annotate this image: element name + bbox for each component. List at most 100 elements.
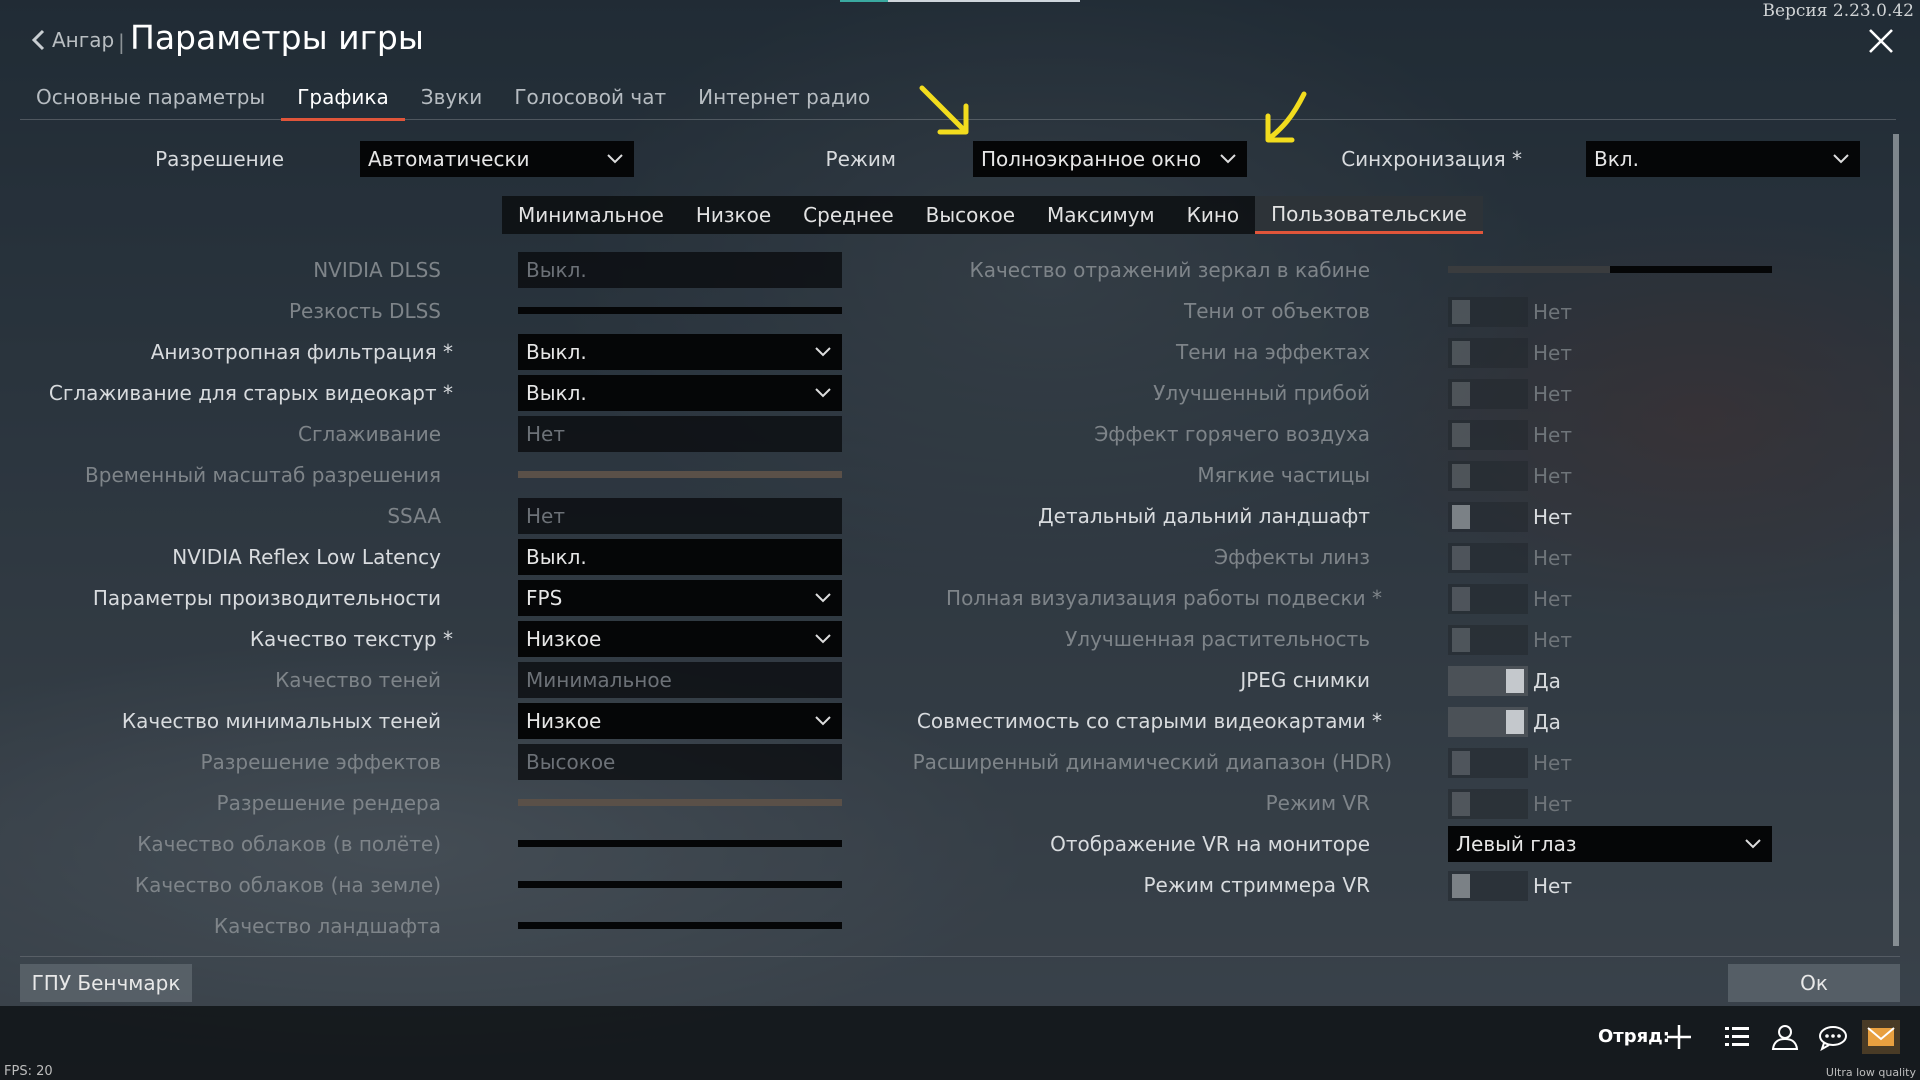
temporal-scale-slider — [518, 471, 842, 478]
preset-medium[interactable]: Среднее — [787, 196, 909, 234]
anisotropic-select[interactable]: Выкл. — [518, 334, 842, 370]
arrow-annotation-icon — [1265, 91, 1307, 143]
page-title: Параметры игры — [130, 18, 424, 57]
jpeg-toggle[interactable] — [1448, 666, 1528, 696]
quality-presets: Минимальное Низкое Среднее Высокое Макси… — [502, 196, 1483, 234]
toggle-knob — [1452, 792, 1470, 816]
setting-label: Качество отражений зеркал в кабине — [969, 258, 1371, 282]
aa-old-select[interactable]: Выкл. — [518, 375, 842, 411]
aa-select: Нет — [518, 416, 842, 452]
toggle-knob — [1452, 874, 1470, 898]
vr-streamer-toggle[interactable] — [1448, 871, 1528, 901]
preset-max[interactable]: Максимум — [1031, 196, 1171, 234]
suspension-toggle — [1448, 584, 1528, 614]
tab-voice-chat[interactable]: Голосовой чат — [498, 80, 682, 120]
select-value: Выкл. — [526, 340, 587, 364]
clouds-air-slider[interactable] — [518, 840, 842, 847]
mode-label: Режим — [825, 147, 896, 171]
performance-select[interactable]: FPS — [518, 580, 842, 616]
mode-select[interactable]: Полноэкранное окно — [973, 141, 1247, 177]
min-shadows-select[interactable]: Низкое — [518, 703, 842, 739]
vsync-select[interactable]: Вкл. — [1586, 141, 1860, 177]
setting-label: SSAA — [387, 504, 441, 528]
toggle-value: Нет — [1533, 792, 1572, 816]
toggle-knob — [1506, 669, 1524, 693]
ssaa-select: Нет — [518, 498, 842, 534]
toggle-value: Нет — [1533, 464, 1572, 488]
soft-particles-toggle — [1448, 461, 1528, 491]
toggle-knob — [1452, 628, 1470, 652]
mirror-quality-slider[interactable] — [1448, 266, 1772, 273]
setting-label: Режим VR — [1265, 791, 1370, 815]
toggle-value: Нет — [1533, 587, 1572, 611]
chat-icon[interactable] — [1818, 1022, 1848, 1052]
toggle-value: Нет — [1533, 382, 1572, 406]
back-label: Ангар — [52, 28, 115, 52]
version-label: Версия 2.23.0.42 — [1762, 1, 1914, 21]
setting-label: Эффект горячего воздуха — [1094, 422, 1370, 446]
select-value: Левый глаз — [1456, 832, 1577, 856]
slider-fill — [1448, 266, 1610, 273]
vsync-label: Синхронизация * — [1341, 147, 1522, 171]
preset-high[interactable]: Высокое — [910, 196, 1031, 234]
gpu-benchmark-button[interactable]: ГПУ Бенчмарк — [20, 964, 192, 1002]
vr-monitor-select[interactable]: Левый глаз — [1448, 826, 1772, 862]
preset-minimal[interactable]: Минимальное — [502, 196, 680, 234]
setting-label: Полная визуализация работы подвески * — [946, 586, 1382, 610]
setting-label: Отображение VR на мониторе — [1050, 832, 1370, 856]
resolution-select[interactable]: Автоматически — [360, 141, 634, 177]
compat-toggle[interactable] — [1448, 707, 1528, 737]
setting-label: Временный масштаб разрешения — [85, 463, 441, 487]
list-icon[interactable] — [1722, 1022, 1752, 1052]
toggle-knob — [1452, 505, 1470, 529]
toggle-value: Нет — [1533, 341, 1572, 365]
preset-cinema[interactable]: Кино — [1171, 196, 1256, 234]
chevron-down-icon — [1745, 839, 1761, 849]
plus-icon[interactable] — [1664, 1022, 1694, 1052]
tab-general[interactable]: Основные параметры — [20, 80, 281, 120]
texture-select[interactable]: Низкое — [518, 621, 842, 657]
toggle-value: Да — [1533, 669, 1561, 693]
setting-label: NVIDIA Reflex Low Latency — [172, 545, 441, 569]
toggle-value: Нет — [1533, 505, 1572, 529]
close-icon[interactable] — [1868, 28, 1894, 54]
scrollbar[interactable] — [1893, 134, 1899, 946]
quality-label: Ultra low quality — [1825, 1066, 1916, 1079]
mail-icon[interactable] — [1866, 1022, 1896, 1052]
far-landscape-toggle[interactable] — [1448, 502, 1528, 532]
toggle-knob — [1452, 341, 1470, 365]
chevron-down-icon — [607, 154, 623, 164]
setting-label: Сглаживание — [298, 422, 441, 446]
hdr-toggle — [1448, 748, 1528, 778]
fx-resolution-select: Высокое — [518, 744, 842, 780]
landscape-slider[interactable] — [518, 922, 842, 929]
ok-button[interactable]: Ок — [1728, 964, 1900, 1002]
setting-label: Улучшенная растительность — [1065, 627, 1370, 651]
shadows-select: Минимальное — [518, 662, 842, 698]
chevron-left-icon — [31, 29, 45, 51]
select-value: Выкл. — [526, 381, 587, 405]
toggle-knob — [1452, 464, 1470, 488]
reflex-select[interactable]: Выкл. — [518, 539, 842, 575]
setting-label: Разрешение эффектов — [200, 750, 441, 774]
setting-label: Анизотропная фильтрация * — [150, 340, 453, 364]
select-value: Низкое — [526, 709, 602, 733]
select-value: Низкое — [526, 627, 602, 651]
squad-label: Отряд: — [1598, 1026, 1670, 1047]
clouds-ground-slider[interactable] — [518, 881, 842, 888]
setting-label: Мягкие частицы — [1197, 463, 1370, 487]
mode-value: Полноэкранное окно — [981, 147, 1202, 171]
preset-custom[interactable]: Пользовательские — [1255, 196, 1483, 234]
tab-internet-radio[interactable]: Интернет радио — [682, 80, 886, 120]
select-value: Выкл. — [526, 545, 587, 569]
preset-low[interactable]: Низкое — [680, 196, 787, 234]
toggle-knob — [1452, 751, 1470, 775]
tab-graphics[interactable]: Графика — [281, 80, 405, 121]
tab-sound[interactable]: Звуки — [405, 80, 499, 120]
setting-label: Качество текстур * — [249, 627, 453, 651]
back-to-hangar-button[interactable]: Ангар — [30, 28, 114, 52]
friends-icon[interactable] — [1770, 1022, 1800, 1052]
top-indicator — [840, 0, 888, 2]
setting-label: Совместимость со старыми видеокартами * — [916, 709, 1382, 733]
chevron-down-icon — [815, 593, 831, 603]
